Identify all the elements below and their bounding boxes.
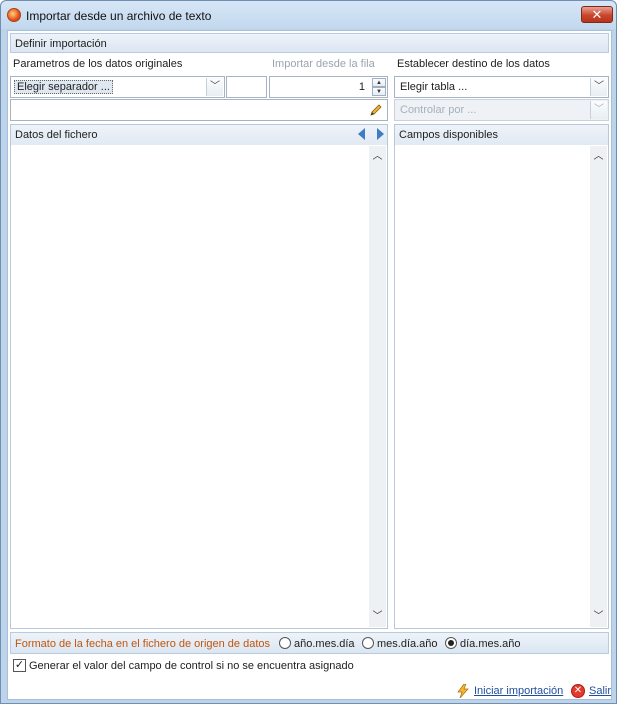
file-data-scrollbar[interactable]: ︿ ﹀ <box>369 146 386 627</box>
scroll-down-icon[interactable]: ﹀ <box>369 609 386 625</box>
control-by-dropdown[interactable]: Controlar por ... ﹀ <box>394 99 609 121</box>
table-dropdown[interactable]: Elegir tabla ... ﹀ <box>394 76 609 98</box>
source-title: Parametros de los datos originales <box>13 58 183 70</box>
app-icon <box>7 8 21 22</box>
scroll-down-icon[interactable]: ﹀ <box>590 609 607 625</box>
exit-link[interactable]: Salir <box>589 685 611 697</box>
previous-icon[interactable] <box>358 128 365 140</box>
scroll-up-icon[interactable]: ︿ <box>590 149 607 165</box>
chevron-down-icon[interactable]: ﹀ <box>206 78 223 96</box>
title-bar[interactable]: Importar desde un archivo de texto ✕ <box>1 1 616 29</box>
dialog-body: Definir importación Parametros de los da… <box>7 30 612 700</box>
stepper-down-icon[interactable]: ▼ <box>372 87 386 96</box>
date-format-band: Formato de la fecha en el fichero de ori… <box>10 632 609 654</box>
custom-separator-input[interactable] <box>226 76 267 98</box>
section-title: Definir importación <box>15 38 107 50</box>
table-dropdown-value: Elegir tabla ... <box>400 81 468 93</box>
date-format-label: Formato de la fecha en el fichero de ori… <box>15 638 270 650</box>
destination-title: Establecer destino de los datos <box>397 58 550 70</box>
file-data-header: Datos del fichero <box>11 125 387 145</box>
stepper-up-icon[interactable]: ▲ <box>372 78 386 87</box>
file-data-panel[interactable]: Datos del fichero ︿ ﹀ <box>10 124 388 629</box>
date-option-radio-dmy[interactable] <box>445 637 457 649</box>
start-import-link[interactable]: Iniciar importación <box>474 685 563 697</box>
next-icon[interactable] <box>377 128 384 140</box>
date-option-radio-mdy[interactable] <box>362 637 374 649</box>
section-header: Definir importación <box>10 33 609 53</box>
generate-control-label[interactable]: Generar el valor del campo de control si… <box>29 660 354 672</box>
exit-icon: ✕ <box>571 684 585 698</box>
separator-dropdown-value: Elegir separador ... <box>14 80 113 94</box>
chevron-down-icon[interactable]: ﹀ <box>590 78 607 96</box>
control-by-value: Controlar por ... <box>400 104 477 116</box>
file-path-input[interactable] <box>10 99 388 121</box>
lightning-icon <box>457 684 469 698</box>
date-option-radio-ymd[interactable] <box>279 637 291 649</box>
generate-control-checkbox[interactable]: ✓ <box>13 659 26 672</box>
start-row-stepper[interactable]: 1 ▲ ▼ <box>269 76 388 98</box>
available-fields-panel[interactable]: Campos disponibles ︿ ﹀ <box>394 124 609 629</box>
available-fields-title: Campos disponibles <box>399 129 499 141</box>
separator-dropdown[interactable]: Elegir separador ... ﹀ <box>10 76 225 98</box>
window-title: Importar desde un archivo de texto <box>26 9 212 23</box>
date-option-label-mdy[interactable]: mes.día.año <box>377 638 438 650</box>
import-window: Importar desde un archivo de texto ✕ Def… <box>0 0 617 704</box>
available-fields-scrollbar[interactable]: ︿ ﹀ <box>590 146 607 627</box>
import-row-label: Importar desde la fila <box>272 58 375 70</box>
file-data-title: Datos del fichero <box>15 129 98 141</box>
date-option-label-dmy[interactable]: día.mes.año <box>460 638 521 650</box>
close-button[interactable]: ✕ <box>581 6 613 23</box>
date-option-label-ymd[interactable]: año.mes.día <box>294 638 355 650</box>
scroll-up-icon[interactable]: ︿ <box>369 149 386 165</box>
chevron-down-icon[interactable]: ﹀ <box>590 101 607 119</box>
available-fields-header: Campos disponibles <box>395 125 608 145</box>
start-row-value: 1 <box>358 81 365 93</box>
pencil-icon[interactable] <box>368 102 384 118</box>
